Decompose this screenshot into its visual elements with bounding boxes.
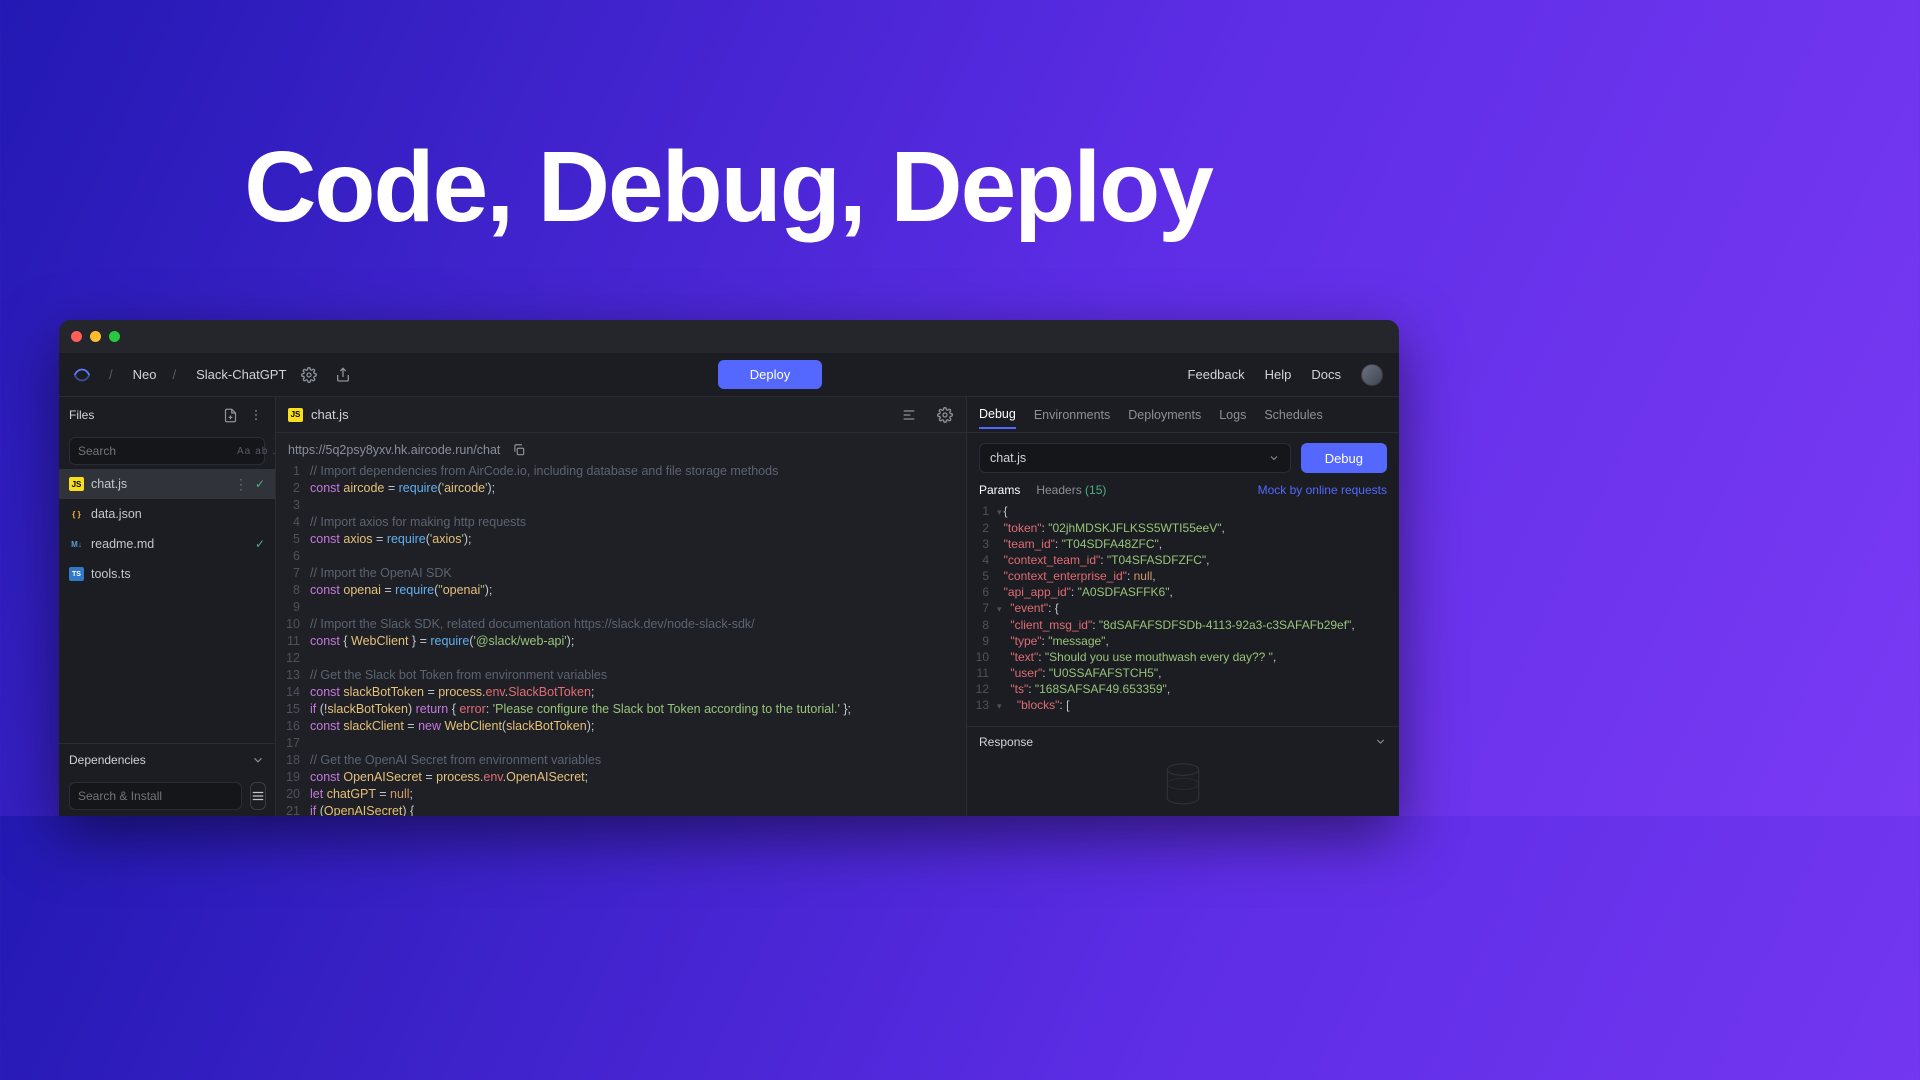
editor-filename: chat.js (311, 407, 349, 422)
maximize-dot[interactable] (109, 331, 120, 342)
file-search[interactable]: Aa ab .* (69, 437, 265, 465)
search-word-icon[interactable]: ab (255, 446, 268, 457)
check-icon: ✓ (255, 537, 265, 551)
debug-button[interactable]: Debug (1301, 443, 1387, 473)
payload-viewer[interactable]: 1▾{2 "token": "02jhMDSKJFLKSS5WTI55eeV",… (967, 503, 1399, 726)
file-chat-js[interactable]: JSchat.js⋮✓ (59, 469, 275, 499)
debug-panel: Debug Environments Deployments Logs Schedule… (967, 397, 1399, 816)
deploy-button[interactable]: Deploy (718, 360, 822, 389)
editor-settings-icon[interactable] (936, 406, 954, 424)
response-body (967, 756, 1399, 816)
file-list: JSchat.js⋮✓{ }data.jsonM↓readme.md✓TStoo… (59, 469, 275, 743)
window-titlebar (59, 320, 1399, 353)
files-label: Files (69, 408, 94, 422)
new-file-icon[interactable] (221, 406, 239, 424)
feedback-link[interactable]: Feedback (1188, 367, 1245, 382)
subtab-params[interactable]: Params (979, 483, 1020, 497)
editor-panel: JS chat.js https://5q2psy8yxv.hk.aircode… (276, 397, 967, 816)
code-area[interactable]: 1// Import dependencies from AirCode.io,… (276, 463, 966, 816)
sidebar: Files Aa ab .* JSchat.js⋮✓{ }data.jsonM↓… (59, 397, 276, 816)
file-search-input[interactable] (78, 444, 233, 458)
empty-state-icon (1153, 761, 1213, 811)
project-settings-icon[interactable] (300, 366, 318, 384)
debug-file-select-value: chat.js (990, 451, 1026, 465)
dependencies-toggle-icon[interactable] (251, 753, 265, 767)
response-label: Response (979, 735, 1033, 749)
chevron-down-icon (1374, 735, 1387, 748)
file-more-icon[interactable]: ⋮ (234, 476, 248, 493)
debug-tabs: Debug Environments Deployments Logs Schedule… (967, 397, 1399, 433)
mock-link[interactable]: Mock by online requests (1258, 483, 1387, 497)
close-dot[interactable] (71, 331, 82, 342)
app-logo[interactable] (71, 364, 93, 386)
tab-debug[interactable]: Debug (979, 401, 1016, 429)
format-icon[interactable] (900, 406, 918, 424)
chevron-down-icon (1268, 452, 1280, 464)
debug-file-select[interactable]: chat.js (979, 443, 1291, 473)
tab-deployments[interactable]: Deployments (1128, 402, 1201, 428)
file-readme-md[interactable]: M↓readme.md✓ (59, 529, 275, 559)
endpoint-url: https://5q2psy8yxv.hk.aircode.run/chat (288, 443, 500, 457)
check-icon: ✓ (255, 477, 265, 491)
subtab-headers[interactable]: Headers (15) (1036, 483, 1106, 497)
dependencies-search-input[interactable] (69, 782, 242, 810)
tab-logs[interactable]: Logs (1219, 402, 1246, 428)
dependencies-menu-button[interactable] (250, 782, 266, 810)
tab-schedules[interactable]: Schedules (1264, 402, 1322, 428)
search-case-icon[interactable]: Aa (237, 446, 251, 457)
files-more-icon[interactable] (247, 406, 265, 424)
dependencies-label: Dependencies (69, 753, 146, 767)
help-link[interactable]: Help (1265, 367, 1292, 382)
app-window: / Neo / Slack-ChatGPT Deploy Feedback He… (59, 320, 1399, 816)
minimize-dot[interactable] (90, 331, 101, 342)
share-icon[interactable] (334, 366, 352, 384)
copy-url-icon[interactable] (510, 441, 528, 459)
file-type-icon: JS (288, 408, 303, 422)
hero-title: Code, Debug, Deploy (0, 130, 1456, 245)
tab-environments[interactable]: Environments (1034, 402, 1110, 428)
file-tools-ts[interactable]: TStools.ts (59, 559, 275, 589)
docs-link[interactable]: Docs (1311, 367, 1341, 382)
user-avatar[interactable] (1361, 364, 1383, 386)
breadcrumb-user[interactable]: Neo (133, 367, 157, 382)
breadcrumb-project[interactable]: Slack-ChatGPT (196, 367, 286, 382)
file-data-json[interactable]: { }data.json (59, 499, 275, 529)
response-toggle[interactable]: Response (967, 726, 1399, 756)
top-nav: / Neo / Slack-ChatGPT Deploy Feedback He… (59, 353, 1399, 397)
